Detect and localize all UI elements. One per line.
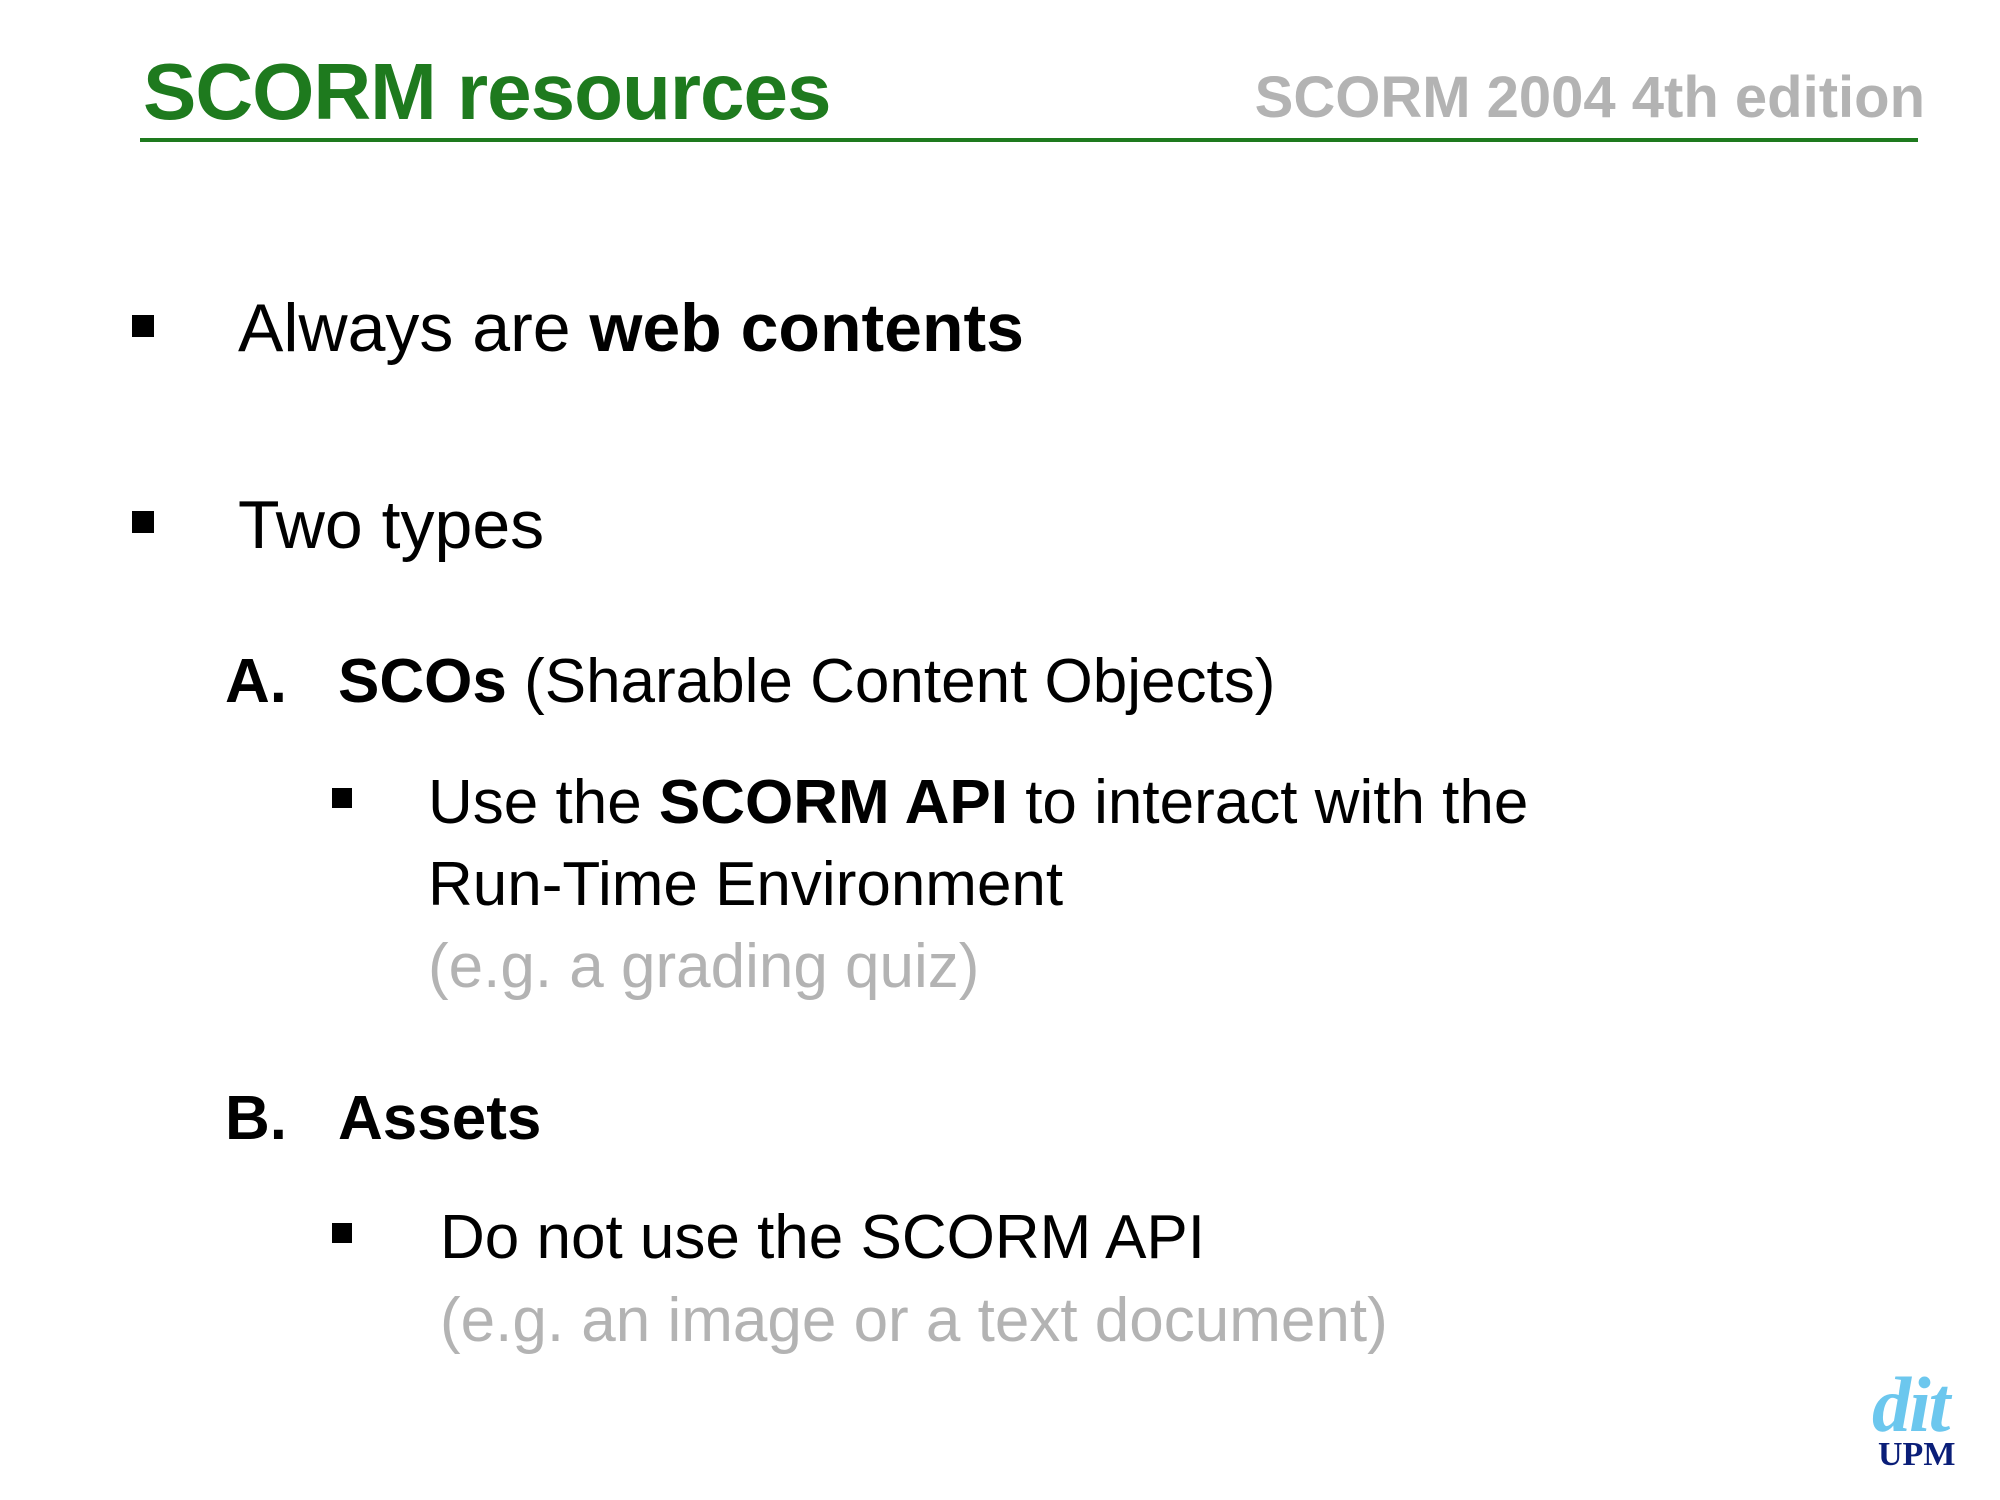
bullet-emphasis: web contents [589, 290, 1024, 366]
section-b-heading: B. [225, 1078, 287, 1160]
bullet-web-contents: Always are web contents [238, 288, 1024, 368]
slide-subtitle: SCORM 2004 4th edition [1254, 65, 1925, 130]
logo-upm-text: UPM [1878, 1436, 1956, 1473]
section-a-marker: A. [225, 647, 287, 716]
dit-upm-logo: dit UPM [1872, 1365, 1982, 1475]
section-b-item: Do not use the SCORM API [440, 1203, 1206, 1272]
bullet-marker [332, 1223, 352, 1243]
bullet-marker [132, 511, 154, 533]
section-a-item-line1: Use the SCORM API to interact with the [428, 762, 1528, 844]
bullet-text: Always are [238, 290, 590, 366]
slide-title: SCORM resources [143, 47, 831, 136]
section-a-title: SCOs (Sharable Content Objects) [338, 641, 1275, 723]
section-a-example: (e.g. a grading quiz) [428, 932, 980, 1001]
section-b-example: (e.g. an image or a text document) [440, 1286, 1388, 1355]
item-text: to interact with the [1007, 768, 1529, 837]
title-underline [140, 138, 1918, 142]
logo-dit-text: dit [1872, 1361, 1950, 1448]
section-b-bold: Assets [338, 1084, 542, 1153]
section-b-title: Assets [338, 1078, 541, 1160]
section-b-marker: B. [225, 1084, 287, 1153]
section-a-bold: SCOs [338, 647, 507, 716]
bullet-marker [132, 315, 154, 337]
section-a-rest: (Sharable Content Objects) [506, 647, 1276, 716]
section-a-item-line2: Run-Time Environment [428, 850, 1064, 919]
slide: SCORM resources SCORM 2004 4th edition A… [0, 0, 2000, 1500]
item-text: Use the [428, 768, 659, 837]
item-emphasis: SCORM API [658, 768, 1008, 837]
bullet-marker [332, 788, 352, 808]
bullet-two-types: Two types [238, 487, 545, 563]
section-a-heading: A. [225, 641, 287, 723]
